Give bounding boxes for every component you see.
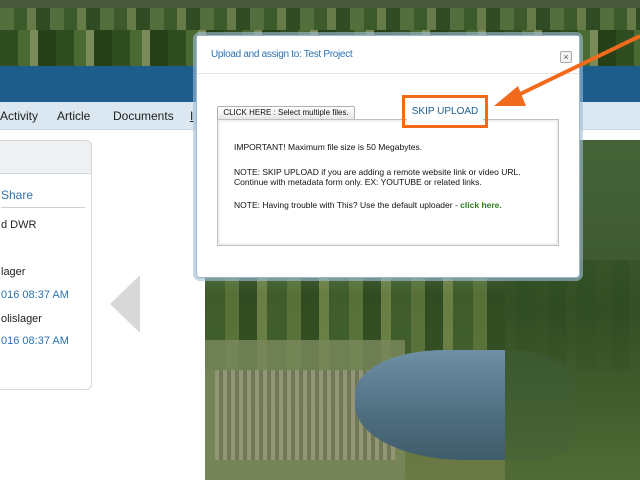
close-icon[interactable]: ×	[560, 51, 572, 63]
max-size-note: IMPORTANT! Maximum file size is 50 Megab…	[234, 142, 423, 152]
skip-upload-note-cont: Continue with metadata form only. EX: YO…	[234, 177, 482, 187]
default-uploader-link[interactable]: click here.	[460, 200, 502, 210]
banner-treeline	[0, 8, 640, 30]
card-author: olislager	[1, 313, 42, 325]
info-card-header	[0, 141, 91, 174]
card-author: lager	[1, 266, 26, 278]
select-files-button[interactable]: CLICK HERE : Select multiple files.	[217, 106, 355, 120]
chevron-left-icon[interactable]	[110, 275, 140, 333]
upload-dialog: Upload and assign to: Test Project × CLI…	[196, 35, 580, 278]
card-divider	[1, 207, 85, 208]
card-text-line: d DWR	[1, 219, 37, 231]
card-date[interactable]: 016 08:37 AM	[1, 289, 69, 301]
skip-upload-note: NOTE: SKIP UPLOAD if you are adding a re…	[234, 167, 521, 177]
upload-info-box: IMPORTANT! Maximum file size is 50 Megab…	[217, 119, 559, 246]
skip-upload-button[interactable]: SKIP UPLOAD	[407, 100, 483, 123]
dialog-title-bar: Upload and assign to: Test Project ×	[197, 36, 579, 74]
card-date[interactable]: 016 08:37 AM	[1, 335, 69, 347]
nav-item-documents[interactable]: Documents	[113, 109, 174, 123]
nav-item-article[interactable]: Article	[57, 109, 90, 123]
trouble-note: NOTE: Having trouble with This? Use the …	[234, 200, 502, 210]
info-card: Share d DWR lager 016 08:37 AM olislager…	[0, 140, 92, 390]
nav-item-partial[interactable]: I	[190, 109, 193, 123]
share-link[interactable]: Share	[1, 188, 33, 202]
dialog-title: Upload and assign to: Test Project	[211, 49, 353, 60]
nav-item-activity[interactable]: Activity	[0, 109, 38, 123]
trouble-note-text: NOTE: Having trouble with This? Use the …	[234, 200, 458, 210]
